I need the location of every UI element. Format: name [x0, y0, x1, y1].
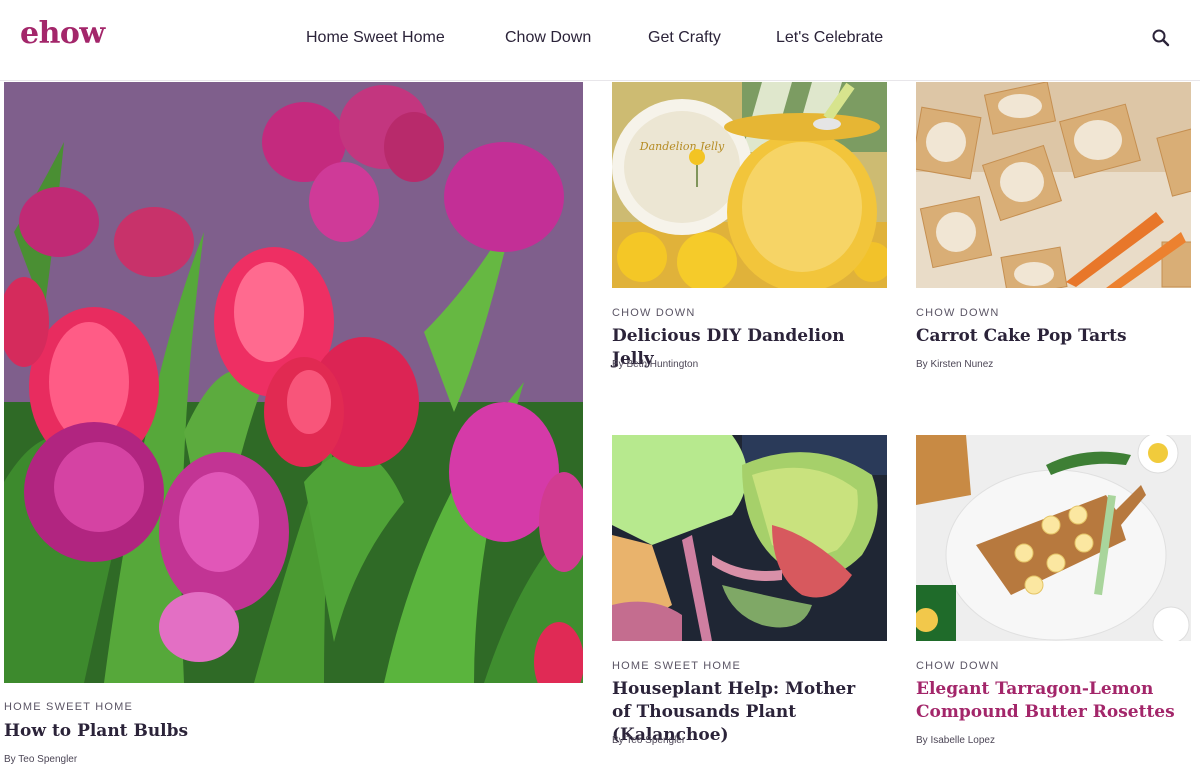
article-card-dandelion-jelly[interactable]: Dandelion Jelly Chow Down Delicious DIY … [612, 82, 888, 382]
tulips-image[interactable] [4, 82, 583, 683]
article-category[interactable]: Chow Down [916, 660, 1000, 672]
article-category[interactable]: Chow Down [916, 307, 1000, 319]
article-card-carrot-cake-pop-tarts[interactable]: Chow Down Carrot Cake Pop Tarts By Kirst… [916, 82, 1192, 382]
kalanchoe-image[interactable] [612, 435, 887, 641]
jar-label-text: Dandelion Jelly [639, 140, 725, 153]
article-byline: By Teo Spengler [4, 754, 78, 765]
nav-chow-down[interactable]: Chow Down [505, 29, 591, 47]
article-byline: By Isabelle Lopez [916, 735, 995, 746]
main-nav: Home Sweet Home Chow Down Get Crafty Let… [0, 29, 1200, 49]
article-byline: By Beth Huntington [612, 359, 699, 370]
article-card-kalanchoe[interactable]: Home Sweet Home Houseplant Help: Mother … [612, 435, 888, 755]
article-title[interactable]: How to Plant Bulbs [4, 720, 564, 743]
nav-get-crafty[interactable]: Get Crafty [648, 29, 721, 47]
article-category[interactable]: Chow Down [612, 307, 696, 319]
butter-rosettes-image[interactable] [916, 435, 1191, 641]
article-title[interactable]: Carrot Cake Pop Tarts [916, 325, 1192, 348]
pop-tarts-image[interactable] [916, 82, 1191, 288]
article-category[interactable]: Home Sweet Home [4, 701, 133, 713]
dandelion-jelly-image[interactable]: Dandelion Jelly [612, 82, 887, 288]
nav-home-sweet-home[interactable]: Home Sweet Home [306, 29, 445, 47]
site-header: ehow Home Sweet Home Chow Down Get Craft… [0, 0, 1200, 81]
nav-lets-celebrate[interactable]: Let's Celebrate [776, 29, 883, 47]
article-category[interactable]: Home Sweet Home [612, 660, 741, 672]
article-card-plant-bulbs[interactable]: Home Sweet Home How to Plant Bulbs By Te… [4, 82, 584, 772]
search-icon[interactable] [1151, 28, 1171, 48]
article-byline: By Kirsten Nunez [916, 359, 994, 370]
article-title[interactable]: Elegant Tarragon-Lemon Compound Butter R… [916, 678, 1178, 724]
article-byline: By Teo Spengler [612, 735, 686, 746]
article-card-tarragon-butter[interactable]: Chow Down Elegant Tarragon-Lemon Compoun… [916, 435, 1192, 755]
